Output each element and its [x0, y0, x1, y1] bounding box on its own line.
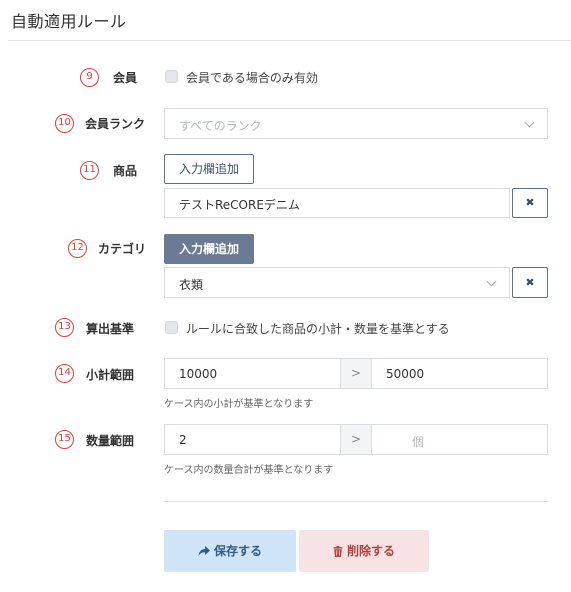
member-label: 会員 — [113, 71, 138, 85]
step-marker-11: 11 — [80, 161, 99, 180]
chevron-down-icon — [524, 117, 535, 128]
x-icon: ✖ — [525, 275, 535, 289]
category-label: カテゴリ — [98, 242, 147, 256]
save-button[interactable]: 保存する — [164, 530, 296, 572]
calculation-basis-checkbox[interactable] — [165, 321, 178, 334]
step-marker-12: 12 — [68, 239, 87, 258]
quantity-to-input[interactable]: 個 — [371, 424, 548, 455]
subtotal-range-label: 小計範囲 — [86, 368, 135, 382]
calculation-basis-checkbox-label[interactable]: ルールに合致した商品の小計・数量を基準とする — [186, 320, 450, 337]
save-button-label: 保存する — [213, 544, 262, 558]
quantity-help-text: ケース内の数量合計が基準となります — [164, 465, 334, 476]
subtotal-help-text: ケース内の小計が基準となります — [164, 399, 314, 410]
member-only-checkbox-label[interactable]: 会員である場合のみ有効 — [186, 69, 318, 86]
step-marker-9: 9 — [80, 68, 99, 87]
subtotal-to-value: 50000 — [386, 367, 425, 381]
range-separator-icon: > — [340, 358, 372, 389]
member-rank-label: 会員ランク — [85, 117, 146, 131]
delete-button[interactable]: 削除する — [299, 530, 429, 572]
actions-divider — [164, 501, 548, 502]
x-icon: ✖ — [525, 196, 535, 210]
page-title: 自動適用ルール — [11, 12, 127, 31]
delete-button-label: 削除する — [346, 544, 395, 558]
title-divider — [8, 40, 571, 41]
category-select-value: 衣類 — [179, 278, 204, 292]
subtotal-to-input[interactable]: 50000 — [371, 358, 548, 389]
member-rank-select-value: すべてのランク — [179, 119, 262, 133]
quantity-from-value: 2 — [179, 433, 187, 447]
share-arrow-icon — [198, 546, 210, 556]
category-select[interactable]: 衣類 — [164, 267, 510, 298]
subtotal-from-value: 10000 — [179, 367, 218, 381]
product-label: 商品 — [113, 164, 138, 178]
product-input-value: テストReCOREデニム — [179, 198, 300, 212]
product-add-field-button[interactable]: 入力欄追加 — [164, 154, 254, 184]
calculation-basis-label: 算出基準 — [86, 322, 135, 336]
member-rank-select[interactable]: すべてのランク — [164, 108, 548, 139]
category-remove-button[interactable]: ✖ — [512, 267, 548, 298]
subtotal-from-input[interactable]: 10000 — [164, 358, 341, 389]
quantity-from-input[interactable]: 2 — [164, 424, 341, 455]
chevron-down-icon — [486, 276, 497, 287]
product-input[interactable]: テストReCOREデニム — [164, 188, 510, 218]
quantity-to-placeholder: 個 — [412, 435, 425, 449]
step-marker-14: 14 — [55, 364, 74, 383]
member-only-checkbox[interactable] — [165, 70, 178, 83]
step-marker-10: 10 — [55, 114, 74, 133]
range-separator-icon: > — [340, 424, 372, 455]
trash-icon — [333, 546, 343, 557]
step-marker-15: 15 — [55, 430, 74, 449]
category-add-field-button[interactable]: 入力欄追加 — [164, 234, 254, 264]
product-remove-button[interactable]: ✖ — [512, 188, 548, 218]
quantity-range-label: 数量範囲 — [86, 434, 135, 448]
step-marker-13: 13 — [55, 318, 74, 337]
